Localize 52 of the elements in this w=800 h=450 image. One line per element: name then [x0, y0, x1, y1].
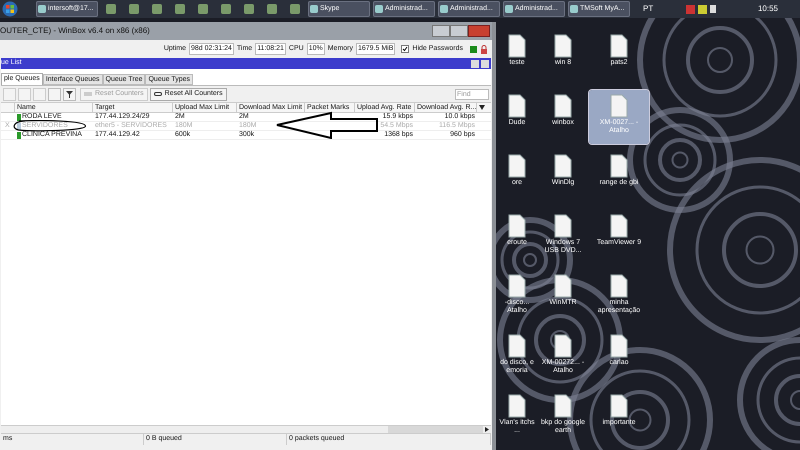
- file-icon: [553, 334, 573, 358]
- file-icon: [507, 154, 527, 178]
- filter-button[interactable]: [63, 88, 76, 100]
- file-icon: [553, 94, 573, 118]
- taskbar-app-icon[interactable]: [175, 4, 185, 14]
- taskbar-app-icon[interactable]: [221, 4, 231, 14]
- file-icon: [507, 334, 527, 358]
- taskbar-app-icon[interactable]: [152, 4, 162, 14]
- taskbar-app-icon[interactable]: [129, 4, 139, 14]
- restore-button[interactable]: [471, 60, 479, 68]
- status-square-icon: [470, 46, 477, 52]
- file-icon: [507, 34, 527, 58]
- app-icon: [310, 5, 318, 13]
- maximize-button[interactable]: [450, 25, 468, 37]
- file-icon: [609, 94, 629, 118]
- close-button[interactable]: [481, 60, 489, 68]
- file-icon: [609, 154, 629, 178]
- app-icon: [440, 5, 448, 13]
- file-icon: [553, 394, 573, 418]
- clock[interactable]: 10:55: [758, 3, 778, 15]
- file-icon: [609, 34, 629, 58]
- file-icon: [553, 34, 573, 58]
- minimize-button[interactable]: [432, 25, 450, 37]
- taskbar-app-icon[interactable]: [244, 4, 254, 14]
- file-icon: [609, 274, 629, 298]
- file-icon: [609, 334, 629, 358]
- app-icon: [505, 5, 513, 13]
- file-icon: [553, 274, 573, 298]
- language-indicator[interactable]: PT: [643, 3, 654, 15]
- lock-icon: [480, 44, 488, 54]
- scroll-arrow-icon[interactable]: [485, 427, 489, 432]
- file-icon: [507, 394, 527, 418]
- file-icon: [609, 394, 629, 418]
- file-icon: [553, 214, 573, 238]
- app-icon: [570, 5, 578, 13]
- taskbar-app-icon[interactable]: [106, 4, 116, 14]
- start-orb-icon[interactable]: [2, 1, 18, 17]
- window-title: OUTER_CTE) - WinBox v6.4 on x86 (x86): [0, 25, 150, 37]
- filter-icon: [66, 90, 73, 98]
- file-icon: [507, 214, 527, 238]
- file-icon: [553, 154, 573, 178]
- checkbox[interactable]: [401, 45, 410, 53]
- file-icon: [507, 94, 527, 118]
- file-icon: [507, 274, 527, 298]
- taskbar-app-icon[interactable]: [267, 4, 277, 14]
- taskbar-app-icon[interactable]: [290, 4, 300, 14]
- scrollbar-thumb[interactable]: [388, 426, 483, 433]
- dropdown-arrow-icon[interactable]: [479, 105, 485, 110]
- taskbar-app-icon[interactable]: [198, 4, 208, 14]
- app-icon: [38, 5, 46, 13]
- file-icon: [609, 214, 629, 238]
- app-icon: [375, 5, 383, 13]
